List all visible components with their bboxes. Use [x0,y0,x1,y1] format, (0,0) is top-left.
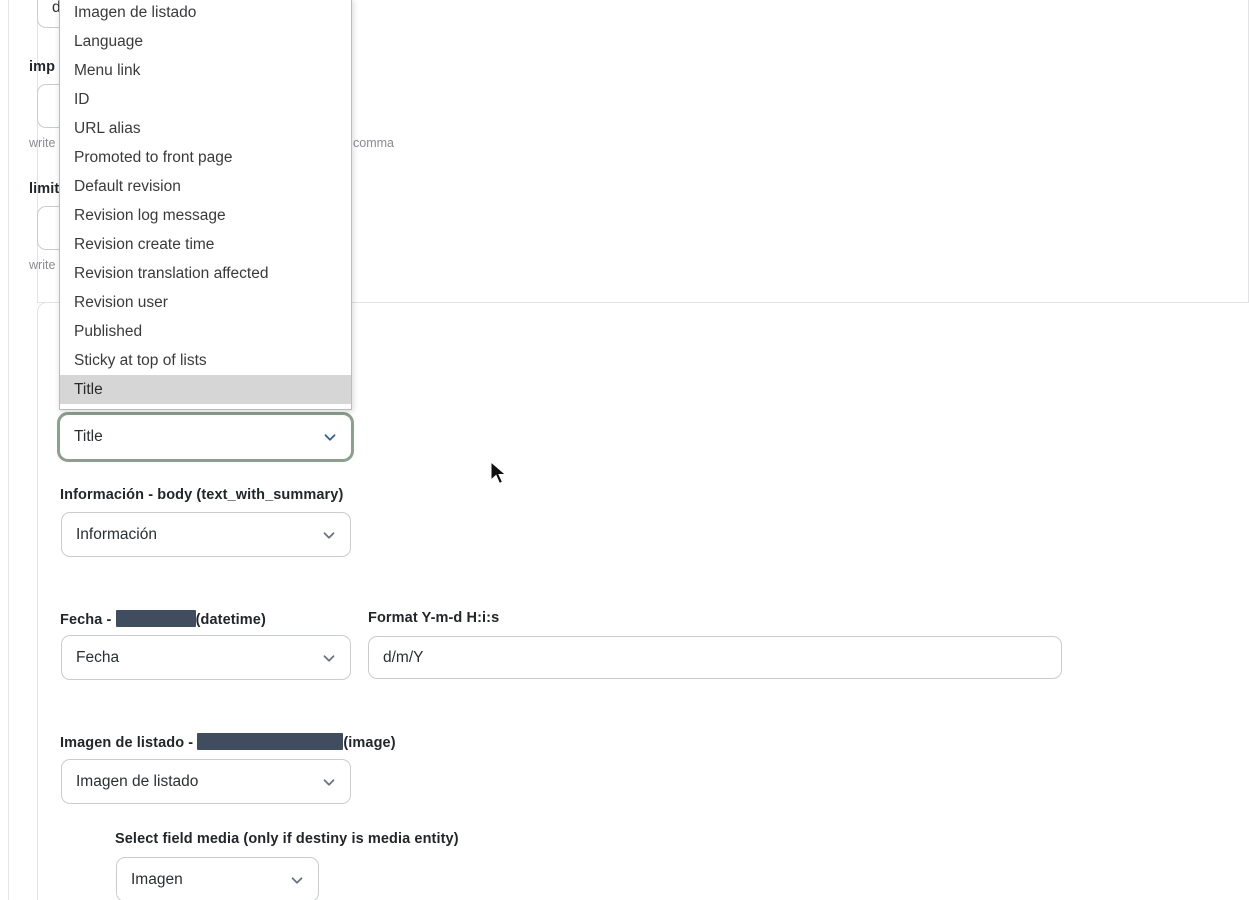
dropdown-option[interactable]: Revision translation affected [60,259,351,288]
dropdown-option[interactable]: Revision user [60,288,351,317]
dropdown-option-label: Revision translation affected [74,265,269,282]
label-mapping-fecha-prefix: Fecha - [60,612,116,628]
chevron-down-icon [291,876,303,884]
label-mapping-fecha: Fecha - (datetime) [60,610,266,628]
dropdown-option[interactable]: Revision create time [60,230,351,259]
dropdown-option-label: Sticky at top of lists [74,352,207,369]
select-field-media-value: Imagen [131,870,183,888]
label-mapping-imagen-listado-suffix: (image) [343,735,396,751]
dropdown-option[interactable]: ID [60,85,351,114]
dropdown-option[interactable]: Published [60,317,351,346]
dropdown-option-label: Title [74,381,103,398]
label-mapping-fecha-redaction [115,610,196,627]
dropdown-option[interactable]: Sticky at top of lists [60,346,351,375]
label-mapping-imagen-listado-prefix: Imagen de listado - [60,735,198,751]
chevron-down-icon [323,531,335,539]
label-select-field-media: Select field media (only if destiny is m… [115,831,459,847]
select-mapping-fecha-value: Fecha [76,648,120,666]
dropdown-option-label: Published [74,323,143,340]
dropdown-options-panel[interactable]: Imagen de listado Language Menu link ID URL … [59,0,352,410]
dropdown-option[interactable]: Promoted to front page [60,143,351,172]
dropdown-option-list[interactable]: Imagen de listado Language Menu link ID URL … [60,0,351,404]
occluded-field-desc-import: write [29,136,56,150]
dropdown-option-label: URL alias [74,120,141,137]
select-mapping-imagen-listado[interactable]: Imagen de listado [61,759,351,804]
dropdown-option-label: Menu link [74,62,141,79]
dropdown-option[interactable]: Imagen de listado [60,0,351,27]
chevron-down-icon [323,778,335,786]
dropdown-option[interactable]: Default revision [60,172,351,201]
dropdown-option[interactable]: Revision log message [60,201,351,230]
occluded-field-label-limit: limit [29,181,60,197]
occluded-field-desc-limit: write [29,258,56,272]
select-mapping-informacion-value: Información [76,525,157,543]
dropdown-option-label: Revision user [74,294,168,311]
dropdown-option[interactable]: Language [60,27,351,56]
select-mapping-fecha[interactable]: Fecha [61,635,351,680]
dropdown-option-label: Imagen de listado [74,4,197,21]
select-mapping-title-value: Title [74,428,103,445]
page-rail-left [8,0,9,900]
chevron-down-icon [323,654,335,662]
occluded-field-label-import: imp [29,59,56,75]
select-mapping-title[interactable]: Title [57,412,354,462]
label-fecha-format: Format Y-m-d H:i:s [368,610,500,626]
dropdown-option[interactable]: URL alias [60,114,351,143]
label-mapping-imagen-listado-redaction [197,733,344,750]
select-field-media[interactable]: Imagen [116,857,319,900]
chevron-down-icon [324,434,336,441]
select-mapping-informacion[interactable]: Información [61,512,351,557]
app-root: d imp write limit write comma Title Info… [0,0,1249,900]
input-fecha-format[interactable] [368,636,1062,679]
dropdown-option-label: Promoted to front page [74,149,233,166]
label-mapping-fecha-suffix: (datetime) [195,612,266,628]
select-mapping-imagen-listado-value: Imagen de listado [76,772,199,790]
dropdown-option-label: Revision create time [74,236,215,253]
dropdown-option-label: Revision log message [74,207,226,224]
dropdown-option-label: ID [74,91,90,108]
dropdown-option-label: Default revision [74,178,181,195]
label-mapping-informacion: Información - body (text_with_summary) [60,487,344,503]
occluded-comma-hint: comma [353,136,394,150]
dropdown-option[interactable]: Title [60,375,351,404]
label-mapping-imagen-listado: Imagen de listado - (image) [60,733,396,751]
dropdown-option-label: Language [74,33,143,50]
dropdown-option[interactable]: Menu link [60,56,351,85]
